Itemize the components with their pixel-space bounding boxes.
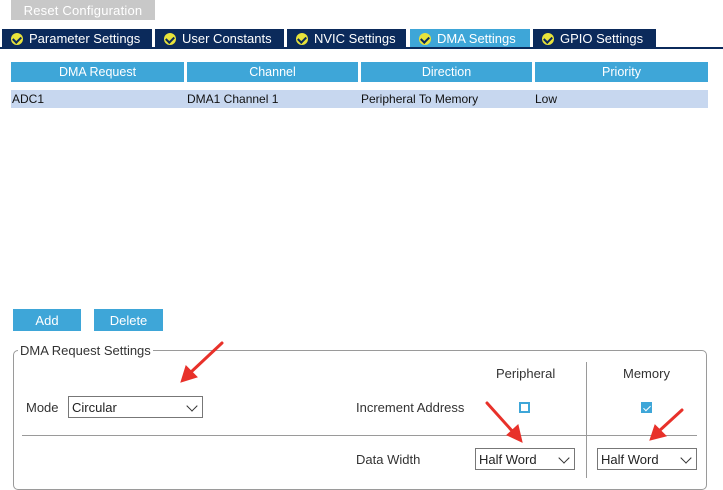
tab-gpio-settings[interactable]: GPIO Settings <box>533 29 656 48</box>
tab-label: GPIO Settings <box>560 31 644 46</box>
tab-user-constants[interactable]: User Constants <box>155 29 284 48</box>
mode-value: Circular <box>72 399 117 415</box>
tab-label: DMA Settings <box>437 31 516 46</box>
tab-underline <box>0 47 723 49</box>
delete-button[interactable]: Delete <box>94 309 163 331</box>
row-divider <box>22 435 697 436</box>
cell-priority: Low <box>535 92 558 106</box>
tab-label: User Constants <box>182 31 272 46</box>
tab-parameter-settings[interactable]: Parameter Settings <box>2 29 152 48</box>
reset-configuration-button[interactable]: Reset Configuration <box>11 0 155 20</box>
tab-label: Parameter Settings <box>29 31 141 46</box>
tab-nvic-settings[interactable]: NVIC Settings <box>287 29 406 48</box>
peripheral-data-width-value: Half Word <box>479 451 537 467</box>
increment-address-label: Increment Address <box>356 400 465 415</box>
tab-dma-settings[interactable]: DMA Settings <box>410 29 530 48</box>
cell-direction: Peripheral To Memory <box>361 92 479 106</box>
table-row[interactable]: ADC1 DMA1 Channel 1 Peripheral To Memory… <box>11 90 708 108</box>
check-circle-icon <box>11 32 23 45</box>
column-header-direction[interactable]: Direction <box>361 62 532 82</box>
cell-dma-request: ADC1 <box>12 92 45 106</box>
column-divider <box>586 362 587 478</box>
data-width-label: Data Width <box>356 452 421 467</box>
mode-select[interactable]: Circular <box>68 396 203 418</box>
dma-request-table: DMA Request Channel Direction Priority A… <box>11 62 708 302</box>
settings-tabbar: Parameter Settings User Constants NVIC S… <box>0 29 723 48</box>
add-button[interactable]: Add <box>13 309 81 331</box>
tab-label: NVIC Settings <box>314 31 396 46</box>
cell-channel: DMA1 Channel 1 <box>187 92 279 106</box>
check-circle-icon <box>419 32 431 45</box>
check-circle-icon <box>296 32 308 45</box>
column-header-dma-request[interactable]: DMA Request <box>11 62 184 82</box>
chevron-down-icon <box>558 452 570 464</box>
peripheral-increment-checkbox[interactable] <box>519 402 530 413</box>
memory-data-width-select[interactable]: Half Word <box>597 448 697 470</box>
peripheral-header: Peripheral <box>496 366 556 381</box>
chevron-down-icon <box>680 452 692 464</box>
mode-label: Mode <box>26 400 59 415</box>
check-circle-icon <box>164 32 176 45</box>
memory-header: Memory <box>623 366 670 381</box>
chevron-down-icon <box>186 400 198 412</box>
memory-increment-checkbox[interactable] <box>641 402 652 413</box>
peripheral-data-width-select[interactable]: Half Word <box>475 448 575 470</box>
column-header-channel[interactable]: Channel <box>187 62 358 82</box>
settings-group-title: DMA Request Settings <box>18 343 153 358</box>
column-header-priority[interactable]: Priority <box>535 62 708 82</box>
check-circle-icon <box>542 32 554 45</box>
memory-data-width-value: Half Word <box>601 451 659 467</box>
